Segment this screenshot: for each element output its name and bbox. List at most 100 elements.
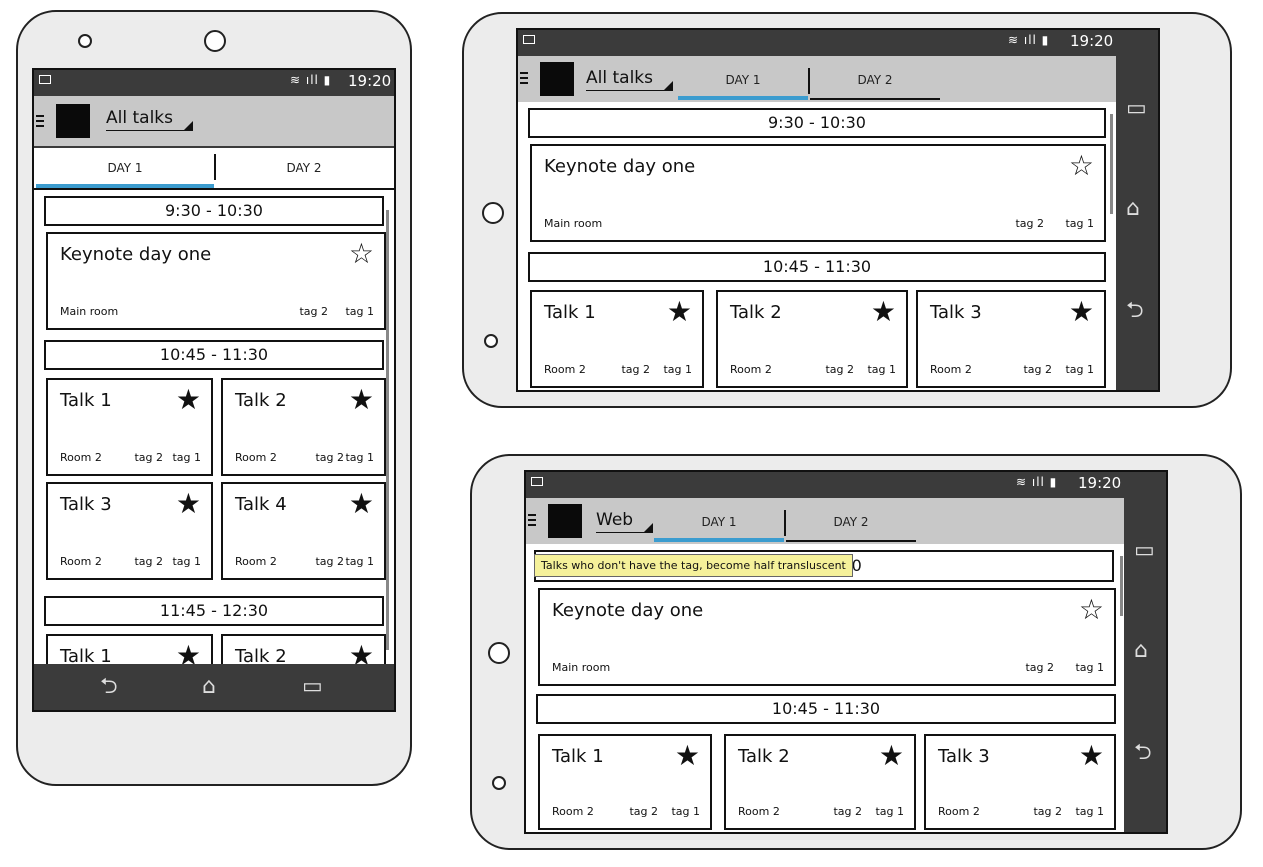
- talk-card[interactable]: Keynote day one ☆ Main room tag 2 tag 1: [538, 588, 1116, 686]
- talk-list[interactable]: 9:30 - 10:30 Keynote day one ☆ Main room…: [518, 102, 1116, 390]
- talk-room: Main room: [552, 661, 611, 674]
- star-filled-icon[interactable]: ★: [349, 490, 374, 518]
- talk-card[interactable]: Talk 3 ★ Room 2 tag 2 tag 1: [916, 290, 1106, 388]
- tag-2[interactable]: tag 2: [1023, 363, 1052, 376]
- star-filled-icon[interactable]: ★: [879, 742, 904, 770]
- talk-card[interactable]: Talk 1 ★ Room 2 tag 2 tag 1: [530, 290, 704, 388]
- star-outline-icon[interactable]: ☆: [349, 240, 374, 268]
- tab-day-2[interactable]: DAY 2: [216, 148, 392, 188]
- tag-1[interactable]: tag 1: [172, 451, 201, 464]
- tag-1[interactable]: tag 1: [345, 305, 374, 318]
- star-filled-icon[interactable]: ★: [871, 298, 896, 326]
- talk-room: Room 2: [938, 805, 980, 818]
- scrollbar[interactable]: [1110, 114, 1113, 214]
- tag-2[interactable]: tag 2: [1025, 661, 1054, 674]
- star-outline-icon[interactable]: ☆: [1079, 596, 1104, 624]
- talk-card[interactable]: Talk 4 ★ Room 2 tag 2 tag 1: [221, 482, 386, 580]
- talk-list[interactable]: 9:30 - 10:30 Keynote day one ☆ Main room…: [34, 188, 394, 664]
- tag-1[interactable]: tag 1: [172, 555, 201, 568]
- star-filled-icon[interactable]: ★: [667, 298, 692, 326]
- tab-day-2[interactable]: DAY 2: [786, 502, 916, 542]
- star-filled-icon[interactable]: ★: [176, 490, 201, 518]
- talk-title: Keynote day one: [60, 244, 212, 265]
- app-bar: Web DAY 1 DAY 2: [526, 498, 1124, 544]
- time-slot: 10:45 - 11:30: [536, 694, 1116, 724]
- talk-title: Talk 2: [730, 302, 782, 323]
- talk-card[interactable]: Talk 2 ★ Room 2 tag 2 tag 1: [724, 734, 916, 830]
- scrollbar[interactable]: [386, 210, 389, 650]
- talk-card[interactable]: Talk 1 ★: [46, 634, 213, 664]
- scrollbar[interactable]: [1120, 556, 1123, 616]
- tag-2[interactable]: tag 2: [315, 451, 344, 464]
- tab-day-1[interactable]: DAY 1: [654, 502, 784, 542]
- tag-2[interactable]: tag 2: [621, 363, 650, 376]
- tag-1[interactable]: tag 1: [875, 805, 904, 818]
- tag-2[interactable]: tag 2: [134, 555, 163, 568]
- tag-1[interactable]: tag 1: [663, 363, 692, 376]
- talk-title: Talk 1: [544, 302, 596, 323]
- talk-card[interactable]: Talk 1 ★ Room 2 tag 2 tag 1: [46, 378, 213, 476]
- star-filled-icon[interactable]: ★: [176, 642, 201, 665]
- back-icon[interactable]: ⮌: [100, 676, 118, 698]
- star-filled-icon[interactable]: ★: [349, 642, 374, 665]
- talk-card[interactable]: Talk 2 ★ Room 2 tag 2 tag 1: [221, 378, 386, 476]
- tag-2[interactable]: tag 2: [134, 451, 163, 464]
- time-slot: 11:45 - 12:30: [44, 596, 384, 626]
- back-icon[interactable]: ⮌: [1134, 742, 1152, 764]
- tag-1[interactable]: tag 1: [1065, 363, 1094, 376]
- home-icon[interactable]: ⌂: [202, 676, 216, 698]
- app-title-dropdown[interactable]: All talks: [106, 108, 193, 131]
- menu-icon[interactable]: [520, 72, 528, 84]
- talk-card[interactable]: Keynote day one ☆ Main room tag 2 tag 1: [46, 232, 386, 330]
- time-slot: 9:30 - 10:30: [528, 108, 1106, 138]
- talk-card[interactable]: Keynote day one ☆ Main room tag 2 tag 1: [530, 144, 1106, 242]
- status-bar: ≋ ıll ▮ 19:20: [518, 30, 1116, 52]
- talk-card[interactable]: Talk 1 ★ Room 2 tag 2 tag 1: [538, 734, 712, 830]
- tab-day-2[interactable]: DAY 2: [810, 60, 940, 100]
- recents-icon[interactable]: ▭: [302, 676, 323, 698]
- talk-room: Main room: [60, 305, 119, 318]
- tag-2[interactable]: tag 2: [833, 805, 862, 818]
- recents-icon[interactable]: ▭: [1126, 98, 1147, 120]
- tab-day-1[interactable]: DAY 1: [36, 148, 214, 188]
- back-icon[interactable]: ⮌: [1126, 300, 1144, 322]
- talk-card[interactable]: Talk 3 ★ Room 2 tag 2 tag 1: [924, 734, 1116, 830]
- talk-card[interactable]: Talk 2 ★ Room 2 tag 2 tag 1: [716, 290, 908, 388]
- tag-1[interactable]: tag 1: [671, 805, 700, 818]
- talk-card[interactable]: Talk 3 ★ Room 2 tag 2 tag 1: [46, 482, 213, 580]
- app-title-dropdown[interactable]: All talks: [586, 68, 673, 91]
- tag-1[interactable]: tag 1: [1075, 661, 1104, 674]
- star-outline-icon[interactable]: ☆: [1069, 152, 1094, 180]
- tag-1[interactable]: tag 1: [1075, 805, 1104, 818]
- tag-2[interactable]: tag 2: [299, 305, 328, 318]
- talk-room: Room 2: [235, 555, 277, 568]
- app-logo: [548, 504, 582, 538]
- star-filled-icon[interactable]: ★: [675, 742, 700, 770]
- home-icon[interactable]: ⌂: [1134, 640, 1148, 662]
- home-icon[interactable]: ⌂: [1126, 198, 1140, 220]
- tag-1[interactable]: tag 1: [867, 363, 896, 376]
- tag-1[interactable]: tag 1: [345, 451, 374, 464]
- talk-list[interactable]: Talks who don't have the tag, become hal…: [526, 544, 1124, 832]
- talk-room: Room 2: [60, 451, 102, 464]
- tag-1[interactable]: tag 1: [345, 555, 374, 568]
- earpiece: [204, 30, 226, 52]
- menu-icon[interactable]: [36, 115, 44, 127]
- star-filled-icon[interactable]: ★: [349, 386, 374, 414]
- talk-card[interactable]: Talk 2 ★: [221, 634, 386, 664]
- tag-2[interactable]: tag 2: [629, 805, 658, 818]
- tag-1[interactable]: tag 1: [1065, 217, 1094, 230]
- app-title-dropdown[interactable]: Web: [596, 510, 654, 533]
- star-filled-icon[interactable]: ★: [1079, 742, 1104, 770]
- talk-room: Room 2: [738, 805, 780, 818]
- tag-2[interactable]: tag 2: [825, 363, 854, 376]
- tag-2[interactable]: tag 2: [1015, 217, 1044, 230]
- tab-day-1[interactable]: DAY 1: [678, 60, 808, 100]
- tag-2[interactable]: tag 2: [1033, 805, 1062, 818]
- star-filled-icon[interactable]: ★: [1069, 298, 1094, 326]
- star-filled-icon[interactable]: ★: [176, 386, 201, 414]
- tag-2[interactable]: tag 2: [315, 555, 344, 568]
- app-logo: [540, 62, 574, 96]
- menu-icon[interactable]: [528, 514, 536, 526]
- recents-icon[interactable]: ▭: [1134, 540, 1155, 562]
